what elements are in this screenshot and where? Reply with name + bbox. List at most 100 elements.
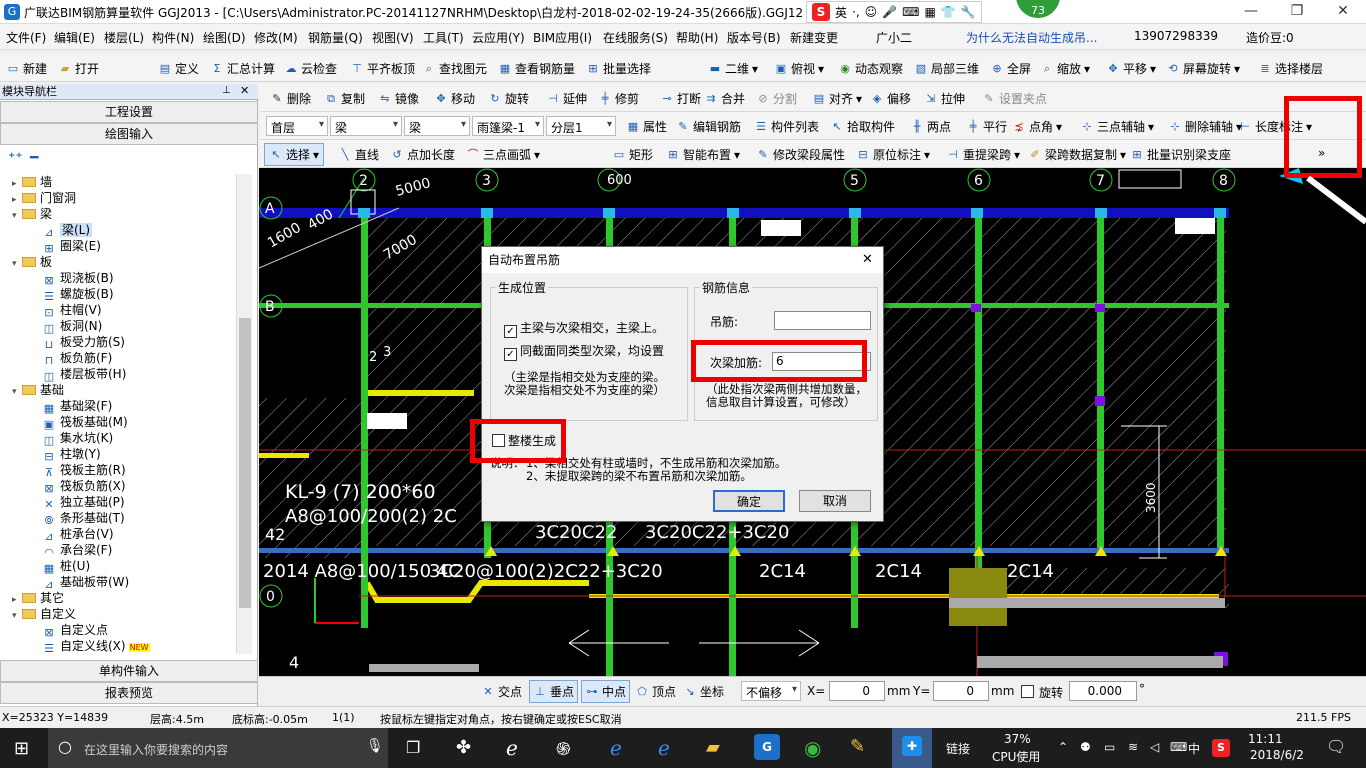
- active-app-tile[interactable]: ✚: [892, 728, 932, 768]
- tray-link[interactable]: 链接: [946, 740, 970, 757]
- clock-date[interactable]: 2018/6/2: [1250, 748, 1304, 762]
- edge-old-icon[interactable]: ℯ: [506, 736, 518, 760]
- tree-item[interactable]: ☰ 螺旋板(B): [42, 286, 114, 303]
- tree-item[interactable]: ▸ 门窗洞: [12, 190, 76, 206]
- tray-sogou-icon[interactable]: S: [1212, 739, 1230, 757]
- calc-button[interactable]: Σ 汇总计算: [210, 60, 276, 77]
- merge-button[interactable]: ⇉ 合并: [704, 90, 745, 107]
- tree-toggle-icon[interactable]: ▾: [12, 384, 22, 400]
- tree-item[interactable]: ▸ 墙: [12, 174, 52, 190]
- snap-perpendicular[interactable]: ⊥ 垂点: [529, 680, 579, 703]
- find-element-button[interactable]: ⌕ 查找图元: [422, 60, 487, 77]
- clock-time[interactable]: 11:11: [1248, 732, 1283, 746]
- offset-select[interactable]: 不偏移: [741, 681, 801, 701]
- menu-modify[interactable]: 修改(M): [254, 29, 298, 46]
- break-button[interactable]: ⊸ 打断: [660, 90, 701, 107]
- menu-new-change[interactable]: 新建变更: [790, 29, 838, 46]
- y-input[interactable]: 0: [933, 681, 989, 701]
- taskbar-search[interactable]: ○ 在这里输入你要搜索的内容 🎙: [48, 728, 388, 768]
- tray-lang[interactable]: 中: [1188, 740, 1200, 757]
- tray-volume-icon[interactable]: ◁: [1150, 740, 1159, 754]
- tree-item[interactable]: ⦾ 条形基础(T): [42, 510, 125, 527]
- edit-rebar-button[interactable]: ✎ 编辑钢筋: [676, 118, 741, 135]
- copy-button[interactable]: ⧉ 复制: [324, 90, 365, 107]
- rectangle-button[interactable]: ▭ 矩形: [612, 146, 653, 163]
- rotate-checkbox[interactable]: [1021, 685, 1034, 698]
- fullscreen-button[interactable]: ⊕ 全屏: [990, 60, 1031, 77]
- tree-scrollbar[interactable]: [236, 174, 252, 654]
- batch-select-button[interactable]: ⊞ 批量选择: [586, 60, 651, 77]
- local-3d-button[interactable]: ▧ 局部三维: [914, 60, 979, 77]
- tree-toggle-icon[interactable]: ▾: [12, 608, 22, 624]
- ok-button[interactable]: 确定: [713, 490, 785, 512]
- windows-start-icon[interactable]: ⊞: [14, 738, 29, 759]
- menu-help[interactable]: 帮助(H): [676, 29, 718, 46]
- tree-item[interactable]: ⊼ 筏板主筋(R): [42, 462, 126, 479]
- collapse-all-icon[interactable]: ━: [30, 150, 38, 166]
- tray-keyboard-icon[interactable]: ⌨: [1170, 740, 1187, 754]
- score-badge[interactable]: 73: [1014, 0, 1062, 20]
- line-button[interactable]: ╲ 直线: [338, 146, 379, 163]
- cloud-check-button[interactable]: ☁ 云检查: [284, 60, 338, 77]
- menu-bim[interactable]: BIM应用(I): [533, 29, 592, 46]
- view-rebar-button[interactable]: ▦ 查看钢筋量: [498, 60, 575, 77]
- project-settings-button[interactable]: 工程设置: [0, 101, 258, 123]
- snap-vertex[interactable]: ⬠ 顶点: [635, 683, 676, 700]
- close-nav-icon[interactable]: ✕: [240, 84, 249, 97]
- tree-item[interactable]: ▣ 筏板基础(M): [42, 414, 128, 431]
- snap-coordinate[interactable]: ↘ 坐标: [683, 683, 724, 700]
- parallel-button[interactable]: ╪ 平行: [966, 118, 1007, 135]
- trim-button[interactable]: ╪ 修剪: [598, 90, 639, 107]
- stretch-button[interactable]: ⇲ 拉伸: [924, 90, 965, 107]
- drawing-input-button[interactable]: 绘图输入: [0, 123, 258, 145]
- menu-points[interactable]: 造价豆:0: [1246, 29, 1294, 46]
- snap-midpoint[interactable]: ⊶ 中点: [581, 680, 631, 703]
- three-point-arc-button[interactable]: ⌒ 三点画弧 ▾: [466, 146, 541, 163]
- snap-intersection[interactable]: ✕ 交点: [481, 683, 522, 700]
- wrench-icon[interactable]: 🔧: [961, 5, 976, 19]
- tree-toggle-icon[interactable]: ▾: [12, 256, 22, 272]
- pick-member-button[interactable]: ↖ 拾取构件: [830, 118, 895, 135]
- menu-guangxiaoer[interactable]: 广小二: [876, 29, 912, 46]
- smart-layout-button[interactable]: ⊞ 智能布置 ▾: [666, 146, 740, 163]
- tray-people-icon[interactable]: ⚉: [1080, 740, 1091, 754]
- shirt-icon[interactable]: 👕: [941, 5, 956, 19]
- member-list-button[interactable]: ☰ 构件列表: [754, 118, 819, 135]
- file-explorer-icon[interactable]: ▰: [706, 737, 720, 758]
- menu-cloud[interactable]: 云应用(Y): [472, 29, 525, 46]
- menu-view[interactable]: 视图(V): [372, 29, 414, 46]
- tree-item[interactable]: ⊿ 基础板带(W): [42, 574, 129, 591]
- edge-icon[interactable]: ℯ: [610, 736, 622, 760]
- rotate-input[interactable]: 0.000: [1069, 681, 1137, 701]
- mirror-button[interactable]: ⇋ 镜像: [378, 90, 419, 107]
- tree-item[interactable]: ▦ 桩(U): [42, 558, 90, 575]
- menu-draw[interactable]: 绘图(D): [203, 29, 246, 46]
- ime-lang[interactable]: 英: [835, 4, 847, 21]
- mic-icon[interactable]: 🎤: [882, 5, 897, 19]
- tree-item[interactable]: ⊔ 板受力筋(S): [42, 334, 125, 351]
- task-view-icon[interactable]: ❐: [406, 738, 420, 757]
- menu-member[interactable]: 构件(N): [152, 29, 194, 46]
- tree-item[interactable]: ⊠ 现浇板(B): [42, 270, 113, 287]
- layer-select[interactable]: 分层1: [546, 116, 616, 136]
- tree-item[interactable]: ⊟ 柱墩(Y): [42, 446, 100, 463]
- cancel-button[interactable]: 取消: [799, 490, 871, 512]
- select-floor-button[interactable]: ≣ 选择楼层: [1258, 60, 1323, 77]
- batch-support-button[interactable]: ⊞ 批量识别梁支座: [1130, 146, 1231, 163]
- pin-icon[interactable]: ⊥: [222, 85, 231, 96]
- menu-rebar[interactable]: 钢筋量(Q): [308, 29, 363, 46]
- notification-icon[interactable]: 🗨: [1326, 737, 1346, 756]
- dialog-close-button[interactable]: ✕: [862, 252, 873, 267]
- offset-button[interactable]: ◈ 偏移: [870, 90, 911, 107]
- set-grip-button[interactable]: ✎ 设置夹点: [982, 90, 1047, 107]
- align-button[interactable]: ▤ 对齐 ▾: [812, 90, 862, 107]
- tree-item[interactable]: ▸ 其它: [12, 590, 64, 606]
- properties-button[interactable]: ▦ 属性: [626, 118, 667, 135]
- extend-button[interactable]: ⊣ 延伸: [546, 90, 587, 107]
- split-button[interactable]: ⊘ 分割: [756, 90, 797, 107]
- tree-item[interactable]: ⊿ 桩承台(V): [42, 526, 113, 543]
- pan-button[interactable]: ✥ 平移 ▾: [1106, 60, 1156, 77]
- tree-item[interactable]: ▾ 梁: [12, 206, 52, 222]
- tree-item[interactable]: ◫ 楼层板带(H): [42, 366, 127, 383]
- mic-taskbar-icon[interactable]: 🎙: [366, 738, 384, 754]
